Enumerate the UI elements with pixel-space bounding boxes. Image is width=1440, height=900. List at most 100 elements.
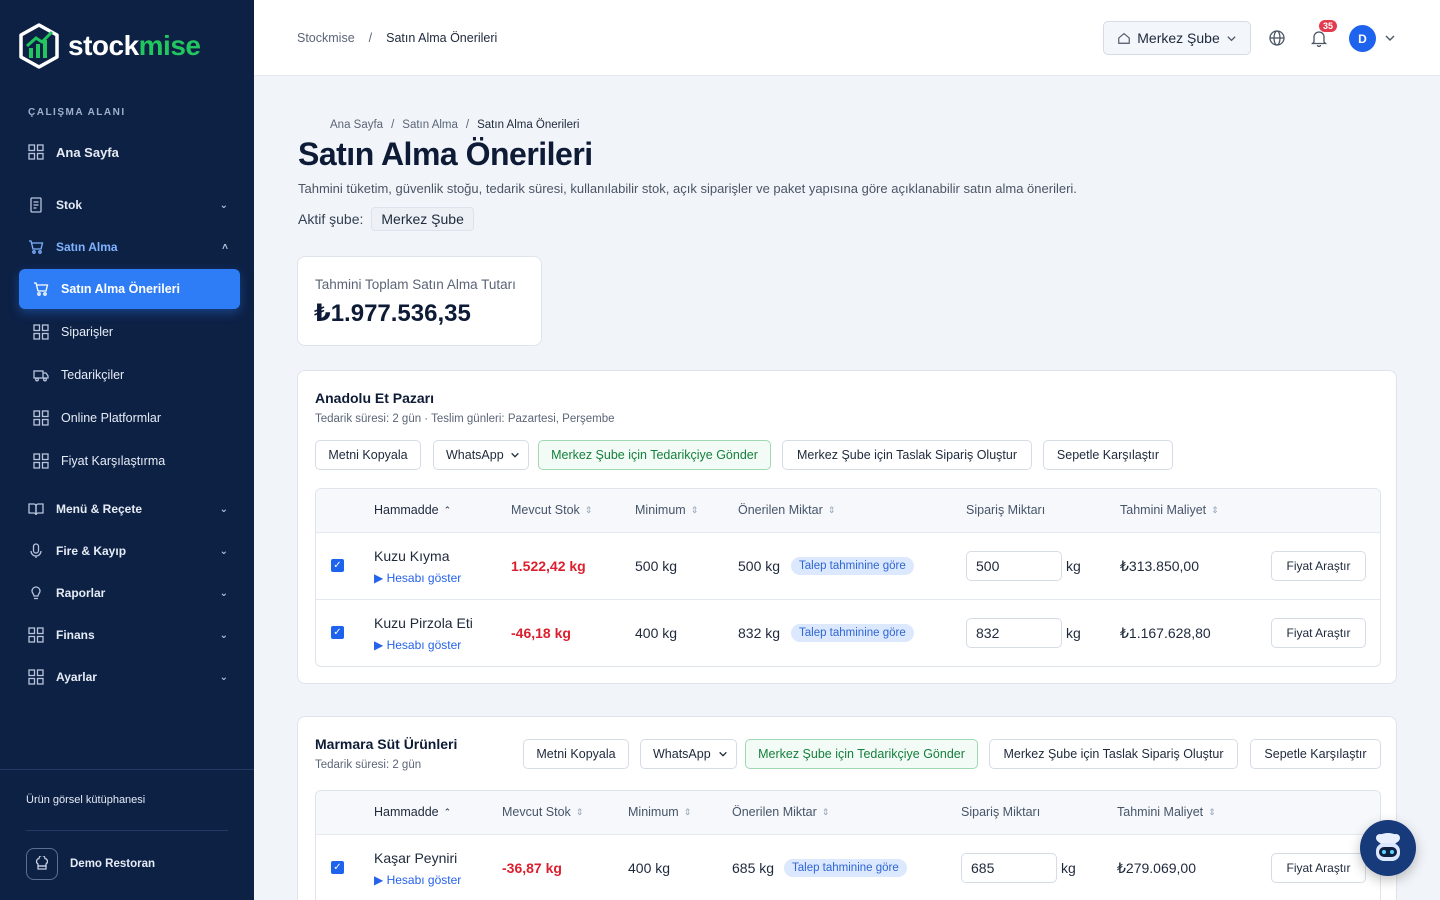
logo[interactable]: stockmise <box>16 22 201 70</box>
col-est-cost[interactable]: Tahmini Maliyet ⇕ <box>1117 805 1216 819</box>
suggestions-table: Hammadde ⌃ Mevcut Stok ⇕ Minimum ⇕ Önerilen… <box>315 790 1381 900</box>
robot-chef-icon <box>1376 833 1400 861</box>
sidebar-item-stock[interactable]: Stok ⌄ <box>28 195 232 215</box>
copy-text-button[interactable]: Metni Kopyala <box>523 739 629 769</box>
reason-badge: Talep tahminine göre <box>784 859 907 877</box>
order-qty-input[interactable]: 500 <box>966 551 1062 581</box>
research-price-button[interactable]: Fiyat Araştır <box>1271 551 1366 581</box>
sidebar-item-online-platforms[interactable]: Online Platformlar <box>33 408 233 428</box>
breadcrumb-separator: / <box>368 31 373 45</box>
page-description: Tahmini tüketim, güvenlik stoğu, tedarik… <box>298 181 1077 196</box>
send-to-supplier-button[interactable]: Merkez Şube için Tedarikçiye Gönder <box>538 440 771 470</box>
restaurant-switcher[interactable]: Demo Restoran <box>26 848 155 880</box>
grid-icon <box>28 669 44 685</box>
logo-mark-icon <box>19 23 59 69</box>
row-checkbox[interactable]: ✓ <box>331 861 344 874</box>
sort-icon: ⇕ <box>690 504 699 515</box>
supplier-meta: Tedarik süresi: 2 gün <box>315 759 422 771</box>
order-qty-input[interactable]: 832 <box>966 618 1062 648</box>
chevron-down-icon: ⌄ <box>219 545 228 557</box>
branch-selector[interactable]: Merkez Şube <box>1103 21 1251 55</box>
col-suggested[interactable]: Önerilen Miktar ⇕ <box>732 805 829 819</box>
sidebar-item-label: Ayarlar <box>56 670 97 684</box>
supplier-card: Marmara Süt Ürünleri Tedarik süresi: 2 g… <box>297 716 1397 900</box>
show-calculation-link[interactable]: ▶ Hesabı göster <box>374 638 461 652</box>
sidebar-divider <box>0 769 254 770</box>
grid-icon <box>33 453 49 469</box>
sidebar-item-purchasing[interactable]: Satın Alma ˄ <box>28 237 232 257</box>
restaurant-name: Demo Restoran <box>70 858 155 870</box>
grid-icon <box>28 627 44 643</box>
send-to-supplier-button[interactable]: Merkez Şube için Tedarikçiye Gönder <box>745 739 978 769</box>
sidebar-item-suppliers[interactable]: Tedarikçiler <box>33 365 233 385</box>
copy-text-button[interactable]: Metni Kopyala <box>315 440 421 470</box>
breadcrumb-root[interactable]: Stockmise <box>297 31 355 45</box>
col-minimum[interactable]: Minimum ⇕ <box>628 805 691 819</box>
order-qty-input[interactable]: 685 <box>961 853 1057 883</box>
image-library-link[interactable]: Ürün görsel kütüphanesi <box>26 794 145 806</box>
show-calculation-link[interactable]: ▶ Hesabı göster <box>374 571 461 585</box>
create-draft-order-button[interactable]: Merkez Şube için Taslak Sipariş Oluştur <box>989 739 1238 769</box>
col-est-cost[interactable]: Tahmini Maliyet ⇕ <box>1120 503 1219 517</box>
globe-icon[interactable] <box>1268 29 1286 47</box>
suggestions-table: Hammadde ⌃ Mevcut Stok ⇕ Minimum ⇕ Önerilen… <box>315 488 1381 667</box>
chevron-down-icon <box>511 452 519 458</box>
sidebar-item-home[interactable]: Ana Sayfa <box>28 142 232 162</box>
minimum-stock: 400 kg <box>635 625 678 641</box>
grid-icon <box>33 324 49 340</box>
col-material[interactable]: Hammadde ⌃ <box>374 805 451 819</box>
sidebar-item-menu-recipe[interactable]: Menü & Reçete ⌄ <box>28 499 232 519</box>
col-stock[interactable]: Mevcut Stok ⇕ <box>511 503 592 517</box>
col-stock[interactable]: Mevcut Stok ⇕ <box>502 805 583 819</box>
page-breadcrumb: Ana Sayfa / Satın Alma / Satın Alma Öner… <box>330 119 579 131</box>
sort-icon: ⇕ <box>1208 806 1216 817</box>
table-header: Hammadde ⌃ Mevcut Stok ⇕ Minimum ⇕ Önerilen… <box>316 791 1380 835</box>
assistant-bot-button[interactable] <box>1360 820 1416 876</box>
breadcrumb-home[interactable]: Ana Sayfa <box>330 119 383 131</box>
research-price-button[interactable]: Fiyat Araştır <box>1271 618 1366 648</box>
chevron-down-icon[interactable] <box>1384 32 1396 44</box>
chevron-down-icon: ⌄ <box>219 671 228 683</box>
supplier-name: Marmara Süt Ürünleri <box>315 736 458 752</box>
estimated-cost: ₺279.069,00 <box>1117 860 1196 876</box>
breadcrumb-purchasing[interactable]: Satın Alma <box>402 119 458 131</box>
sort-icon: ⇕ <box>821 806 830 817</box>
chevron-down-icon: ⌄ <box>219 503 228 515</box>
create-draft-order-button[interactable]: Merkez Şube için Taslak Sipariş Oluştur <box>782 440 1032 470</box>
col-suggested[interactable]: Önerilen Miktar ⇕ <box>738 503 835 517</box>
research-price-button[interactable]: Fiyat Araştır <box>1271 853 1366 883</box>
sidebar-item-orders[interactable]: Siparişler <box>33 322 233 342</box>
col-minimum[interactable]: Minimum ⇕ <box>635 503 698 517</box>
compare-cart-button[interactable]: Sepetle Karşılaştır <box>1250 739 1381 769</box>
home-icon <box>1118 32 1131 44</box>
current-stock: 1.522,42 kg <box>511 558 586 574</box>
sidebar-item-price-compare[interactable]: Fiyat Karşılaştırma <box>33 451 233 471</box>
sidebar-item-purchase-suggestions[interactable]: Satın Alma Önerileri <box>19 269 240 309</box>
suggested-qty: 500 kg <box>738 558 781 574</box>
sidebar-item-label: Stok <box>56 198 83 212</box>
sidebar-item-label: Finans <box>56 628 95 642</box>
current-stock: -46,18 kg <box>511 625 571 641</box>
show-calculation-link[interactable]: ▶ Hesabı göster <box>374 873 461 887</box>
compare-cart-button[interactable]: Sepetle Karşılaştır <box>1043 440 1173 470</box>
sidebar: stockmise ÇALIŞMA ALANI Ana Sayfa Stok ⌄… <box>0 0 254 900</box>
chevron-up-icon: ˄ <box>222 241 228 253</box>
channel-select[interactable]: WhatsApp <box>433 440 529 470</box>
sidebar-item-settings[interactable]: Ayarlar ⌄ <box>28 667 232 687</box>
grid-icon <box>33 410 49 426</box>
channel-select[interactable]: WhatsApp <box>640 739 737 769</box>
row-checkbox[interactable]: ✓ <box>331 559 344 572</box>
col-material[interactable]: Hammadde ⌃ <box>374 503 451 517</box>
sidebar-item-finance[interactable]: Finans ⌄ <box>28 625 232 645</box>
reason-badge: Talep tahminine göre <box>791 557 914 575</box>
row-checkbox[interactable]: ✓ <box>331 626 344 639</box>
sidebar-divider <box>26 830 228 831</box>
notification-badge: 35 <box>1319 20 1338 32</box>
chevron-down-icon: ⌄ <box>219 629 228 641</box>
sort-icon: ⇕ <box>1211 504 1219 515</box>
avatar[interactable]: D <box>1349 25 1376 52</box>
breadcrumb-separator: / <box>391 119 395 131</box>
table-row: ✓ Kaşar Peyniri ▶ Hesabı göster -36,87 k… <box>316 835 1380 900</box>
sidebar-item-reports[interactable]: Raporlar ⌄ <box>28 583 232 603</box>
sidebar-item-waste[interactable]: Fire & Kayıp ⌄ <box>28 541 232 561</box>
